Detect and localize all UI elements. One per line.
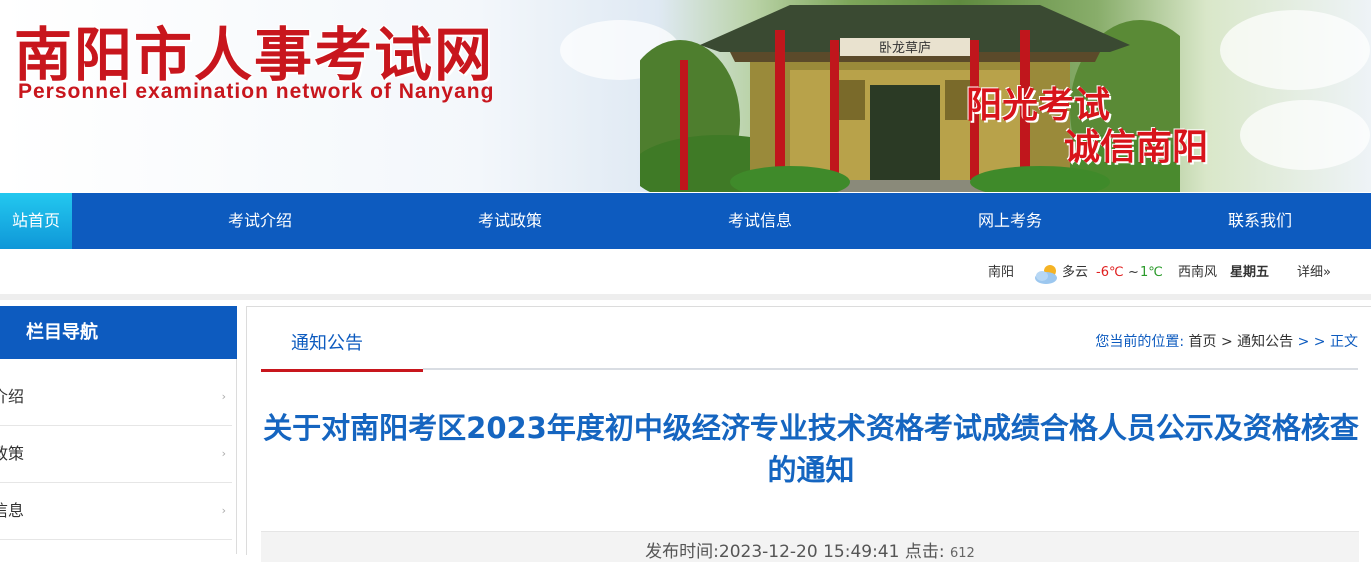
weather-detail-link[interactable]: 详细» — [1297, 262, 1331, 284]
partly-cloudy-icon — [1035, 265, 1057, 284]
breadcrumb-home[interactable]: 首页 — [1189, 334, 1217, 350]
breadcrumb-section[interactable]: 通知公告 — [1237, 334, 1293, 350]
chevron-right-icon: › — [221, 504, 226, 517]
main-content: 通知公告 您当前的位置: 首页 > 通知公告 > > 正文 关于对南阳考区202… — [246, 306, 1371, 562]
breadcrumb: 您当前的位置: 首页 > 通知公告 > > 正文 — [1095, 331, 1358, 351]
sidebar-item-label: 信息 — [0, 501, 25, 520]
publish-time: 2023-12-20 15:49:41 — [718, 542, 900, 562]
sidebar-title-text: 栏目导航 — [26, 322, 98, 343]
nav-exam-intro[interactable]: 考试介绍 — [228, 193, 292, 249]
weather-temp-high: 1℃ — [1140, 265, 1163, 280]
publish-time-label: 发布时间: — [645, 542, 719, 562]
weather-condition: 多云 — [1062, 265, 1089, 280]
breadcrumb-prefix: 您当前的位置: — [1095, 334, 1185, 350]
chevron-right-icon: › — [221, 447, 226, 460]
sidebar-item-policy[interactable]: 政策 › — [0, 426, 232, 483]
sidebar-item-label: 政策 — [0, 444, 25, 463]
sidebar-item-intro[interactable]: 介绍 › — [0, 369, 232, 426]
weather-temp-sep: ~ — [1128, 265, 1139, 280]
weather-weekday: 星期五 — [1230, 265, 1270, 280]
slogan-line-2: 诚信南阳 — [1064, 126, 1209, 168]
breadcrumb-separator: > — [1220, 334, 1233, 350]
tab-notices[interactable]: 通知公告 — [261, 307, 423, 372]
nav-online-affairs[interactable]: 网上考务 — [978, 193, 1042, 249]
article-meta: 发布时间:2023-12-20 15:49:41 点击: 612 — [261, 531, 1359, 562]
nav-home-label: 站首页 — [11, 211, 60, 230]
weather-city: 南阳 — [988, 265, 1015, 280]
click-count-label: 点击: — [904, 542, 945, 562]
weather-temp-low: -6℃ — [1096, 265, 1124, 280]
sidebar-item-label: 介绍 — [0, 387, 25, 406]
main-nav: 站首页 考试介绍 考试政策 考试信息 网上考务 联系我们 — [0, 193, 1371, 249]
nav-home[interactable]: 站首页 — [0, 193, 72, 249]
tab-underline — [423, 368, 1358, 370]
section-divider — [0, 294, 1371, 300]
nav-contact-us[interactable]: 联系我们 — [1228, 193, 1292, 249]
sidebar-title: 栏目导航 — [0, 306, 237, 359]
chevron-right-icon: › — [221, 390, 226, 403]
nav-exam-policy[interactable]: 考试政策 — [478, 193, 542, 249]
sidebar-item-info[interactable]: 信息 › — [0, 483, 232, 540]
breadcrumb-current: 正文 — [1330, 334, 1358, 350]
site-banner: 卧龙草庐 南阳市人事考试网 Personnel examination netw… — [0, 0, 1371, 192]
weather-wind: 西南风 — [1178, 265, 1218, 280]
tab-notices-label: 通知公告 — [291, 333, 363, 354]
article-title: 关于对南阳考区2023年度初中级经济专业技术资格考试成绩合格人员公示及资格核查的… — [263, 411, 1359, 487]
breadcrumb-separator: > > — [1297, 334, 1326, 350]
site-subtitle: Personnel examination network of Nanyang — [18, 80, 495, 103]
nav-exam-info[interactable]: 考试信息 — [728, 193, 792, 249]
sidebar-nav: 介绍 › 政策 › 信息 › — [0, 359, 237, 554]
pavilion-plaque-text: 卧龙草庐 — [879, 41, 931, 56]
